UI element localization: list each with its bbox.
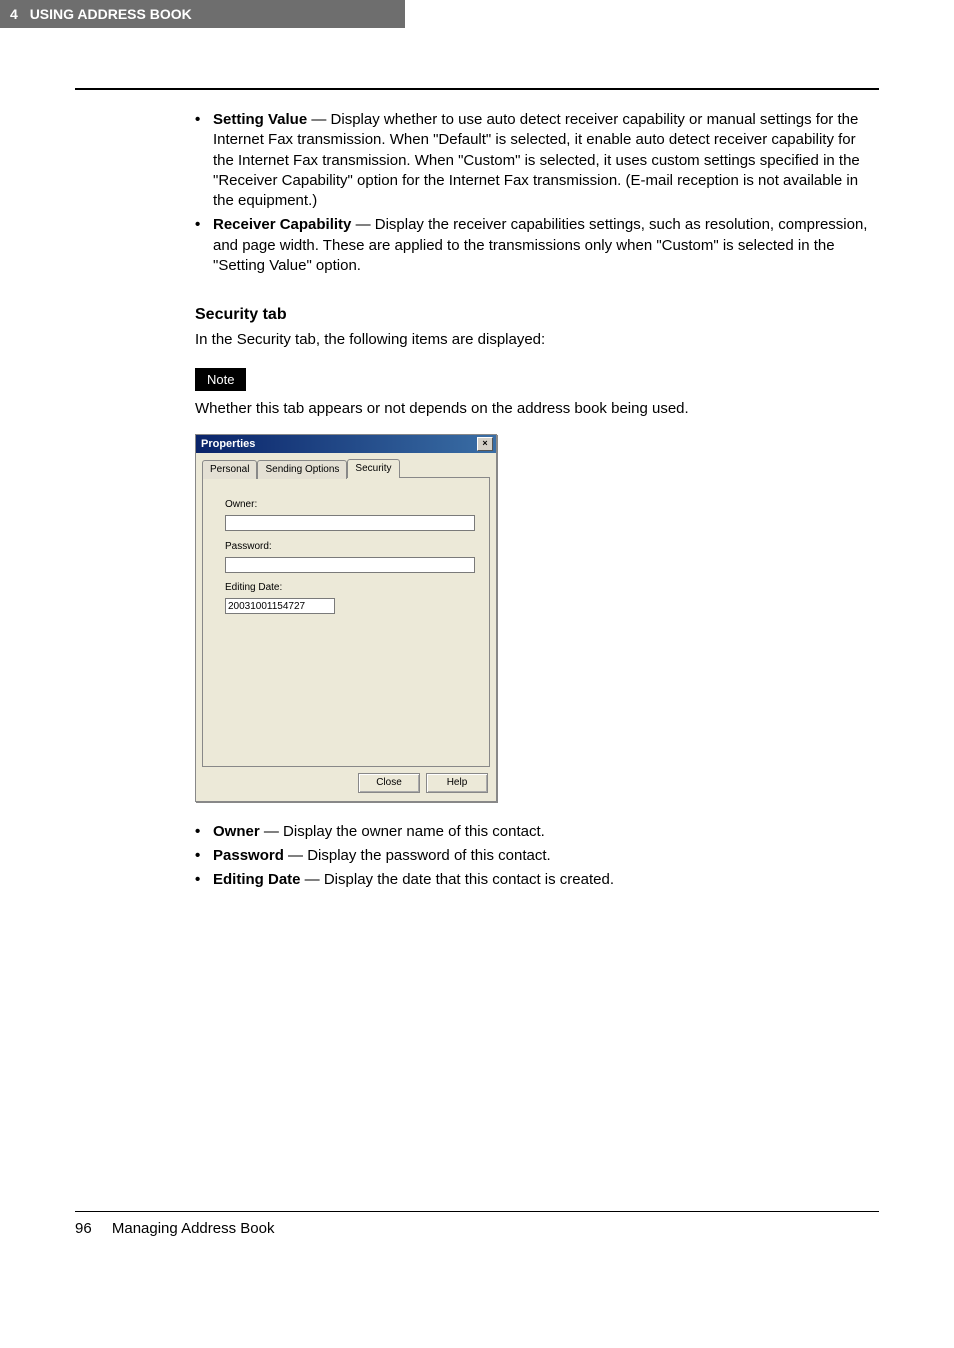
desc: — Display the password of this contact.	[284, 847, 551, 864]
bullet-item: Password — Display the password of this …	[195, 846, 869, 866]
editing-date-label: Editing Date:	[225, 581, 475, 595]
term: Owner	[213, 823, 260, 840]
chapter-title: USING ADDRESS BOOK	[30, 6, 192, 22]
term: Setting Value	[213, 111, 307, 128]
page-number: 96	[75, 1220, 92, 1237]
tab-sending-options[interactable]: Sending Options	[257, 460, 347, 479]
bullet-item: Editing Date — Display the date that thi…	[195, 870, 869, 890]
term: Receiver Capability	[213, 216, 351, 233]
close-icon[interactable]: ×	[477, 437, 493, 451]
tab-personal[interactable]: Personal	[202, 460, 257, 479]
chapter-header: 4 USING ADDRESS BOOK	[0, 0, 405, 28]
bullet-item: Setting Value — Display whether to use a…	[195, 110, 869, 211]
dialog-titlebar: Properties ×	[196, 435, 496, 454]
password-field[interactable]	[225, 557, 475, 573]
password-label: Password:	[225, 540, 475, 554]
properties-dialog: Properties × Personal Sending Options Se…	[195, 434, 497, 802]
help-button[interactable]: Help	[426, 773, 488, 793]
top-rule	[75, 88, 879, 90]
section-intro: In the Security tab, the following items…	[195, 330, 869, 350]
bullet-item: Receiver Capability — Display the receiv…	[195, 215, 869, 276]
desc: — Display the owner name of this contact…	[260, 823, 545, 840]
term: Password	[213, 847, 284, 864]
term: Editing Date	[213, 871, 301, 888]
tab-security[interactable]: Security	[347, 459, 399, 478]
tab-panel-security: Owner: Password: Editing Date:	[202, 477, 490, 767]
note-label: Note	[195, 368, 246, 392]
footer-rule	[75, 1211, 879, 1212]
owner-label: Owner:	[225, 498, 475, 512]
section-heading: Security tab	[195, 304, 869, 326]
bullet-item: Owner — Display the owner name of this c…	[195, 822, 869, 842]
note-text: Whether this tab appears or not depends …	[195, 399, 869, 419]
close-button[interactable]: Close	[358, 773, 420, 793]
owner-field[interactable]	[225, 515, 475, 531]
dialog-title: Properties	[201, 437, 255, 452]
bullet-list-2: Owner — Display the owner name of this c…	[195, 822, 869, 891]
tab-strip: Personal Sending Options Security	[202, 459, 490, 478]
bullet-list-1: Setting Value — Display whether to use a…	[195, 110, 869, 276]
footer-title: Managing Address Book	[112, 1220, 275, 1237]
chapter-number: 4	[10, 6, 18, 22]
footer: 96 Managing Address Book	[75, 1220, 879, 1237]
desc: — Display whether to use auto detect rec…	[213, 111, 860, 209]
editing-date-field[interactable]	[225, 598, 335, 614]
desc: — Display the date that this contact is …	[301, 871, 615, 888]
